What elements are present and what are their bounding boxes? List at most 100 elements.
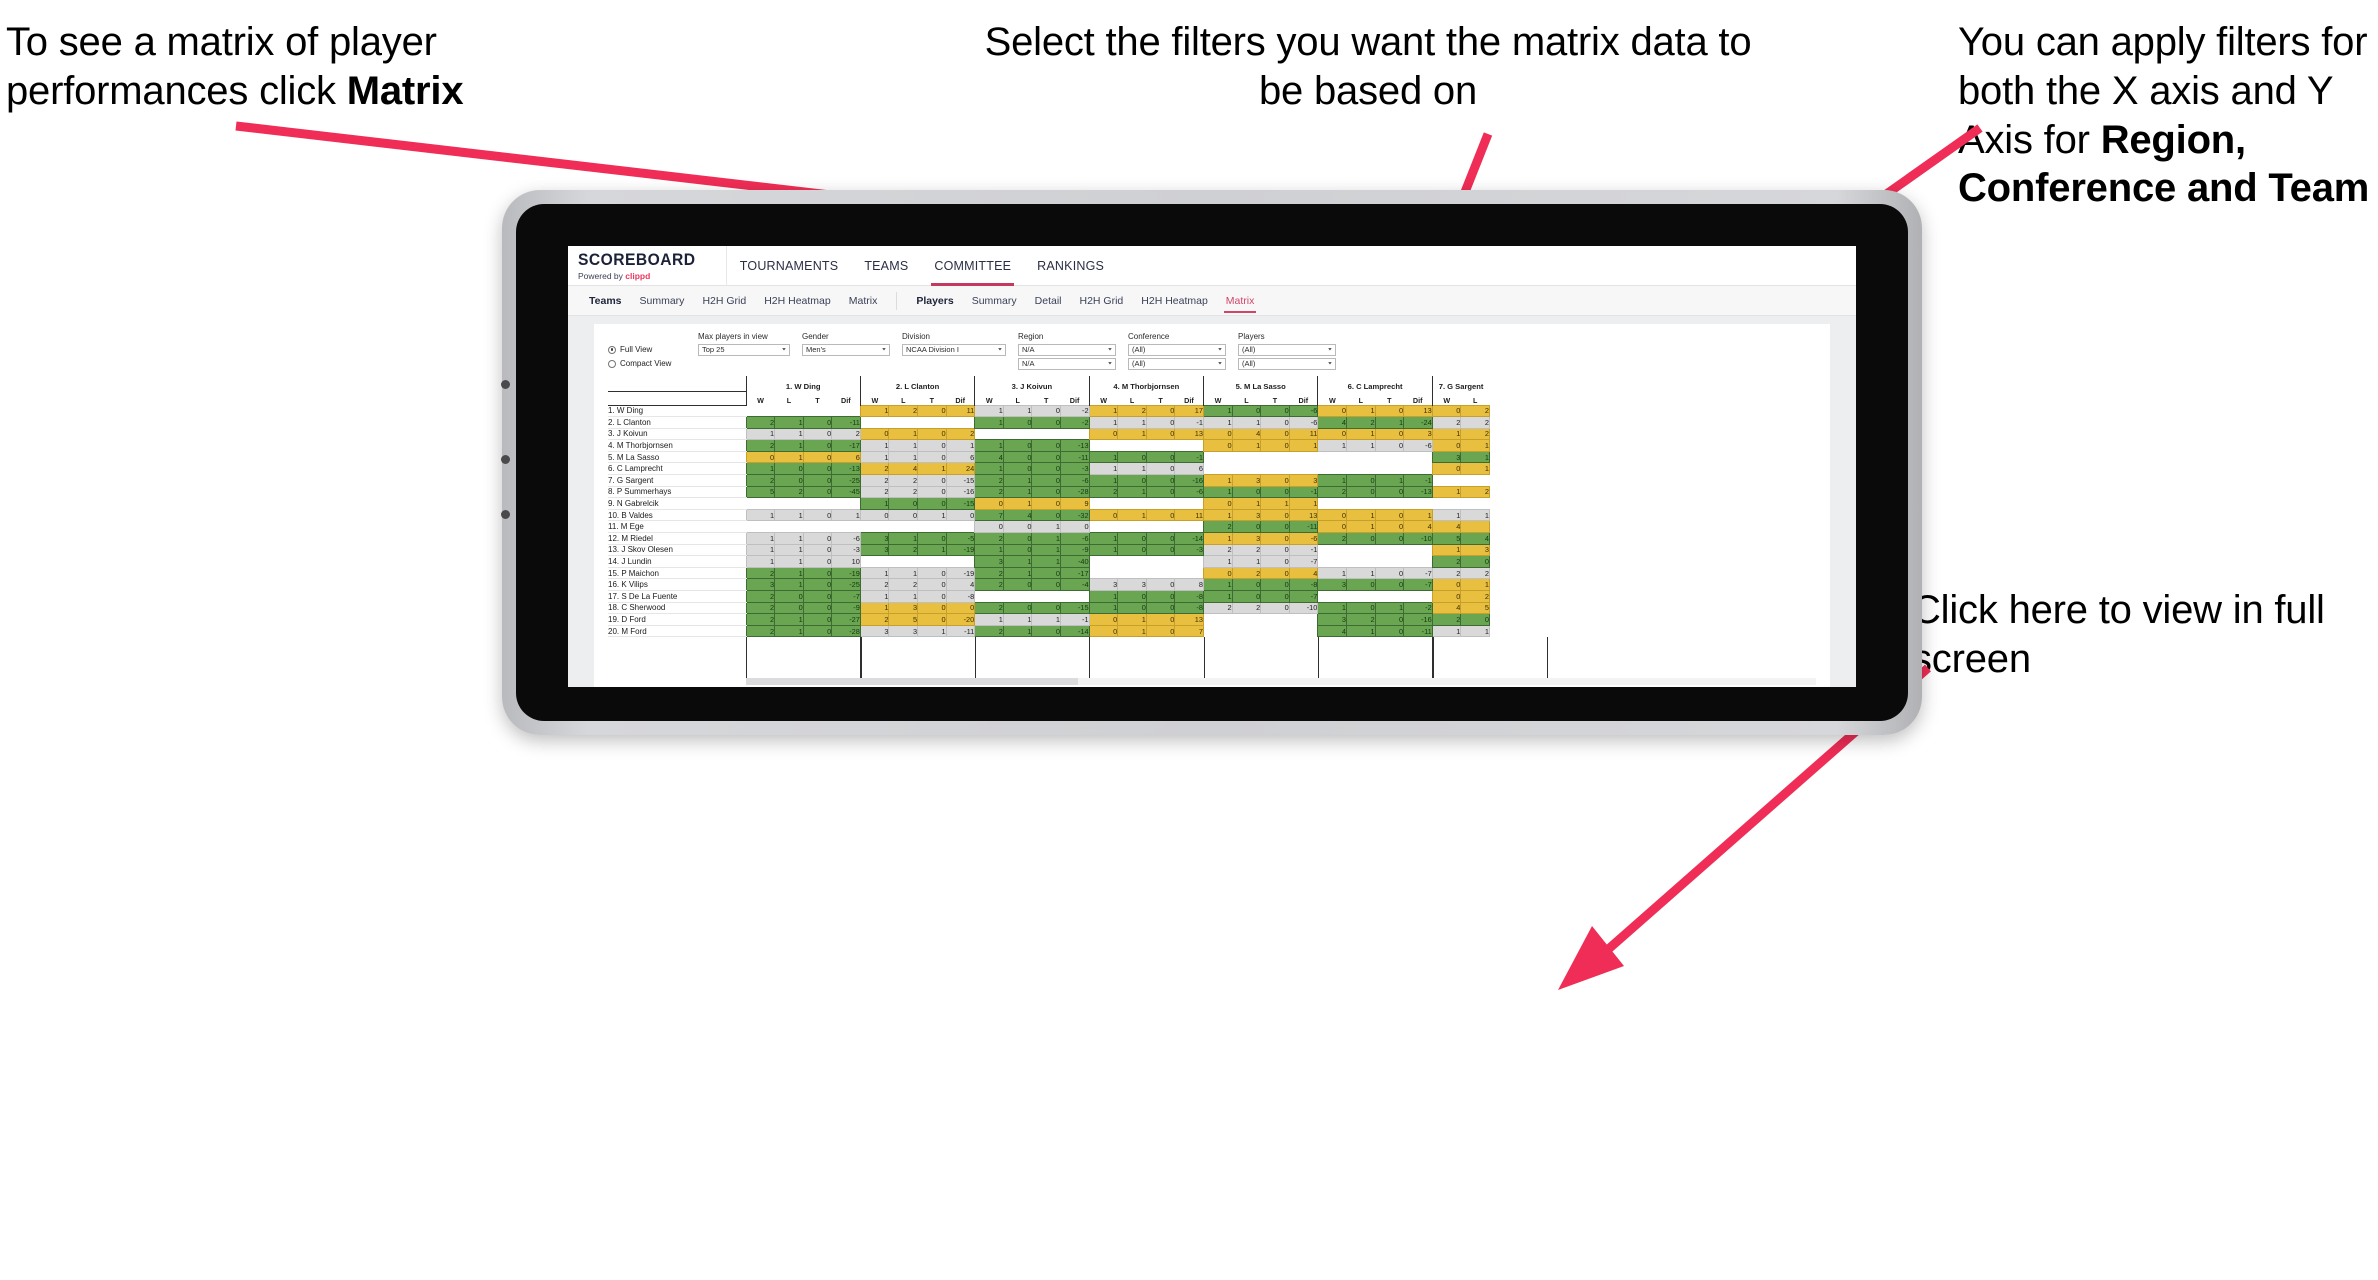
- matrix-cell[interactable]: 2: [1203, 520, 1233, 534]
- matrix-cell[interactable]: -8: [1174, 601, 1204, 615]
- matrix-cell[interactable]: 1: [1431, 508, 1462, 522]
- matrix-cell[interactable]: [1403, 462, 1433, 475]
- matrix-cell[interactable]: 0: [802, 439, 833, 452]
- matrix-cell[interactable]: 0: [917, 578, 947, 591]
- matrix-cell[interactable]: 13: [1403, 404, 1433, 418]
- matrix-cell[interactable]: -6: [1060, 532, 1090, 545]
- matrix-cell[interactable]: 3: [859, 624, 890, 638]
- matrix-cell[interactable]: 0: [1374, 566, 1405, 580]
- matrix-cell[interactable]: 0: [1002, 462, 1033, 476]
- matrix-cell[interactable]: 0: [1117, 532, 1147, 545]
- matrix-cell[interactable]: 0: [1317, 427, 1347, 441]
- horizontal-scrollbar[interactable]: [746, 678, 1816, 686]
- matrix-cell[interactable]: 13: [1174, 613, 1204, 626]
- matrix-cell[interactable]: 0: [1203, 427, 1233, 441]
- matrix-cell[interactable]: 1: [1031, 520, 1062, 534]
- matrix-cell[interactable]: -4: [1060, 578, 1090, 591]
- matrix-cell[interactable]: 1: [1260, 497, 1290, 510]
- matrix-cell[interactable]: [1403, 590, 1433, 603]
- matrix-cell[interactable]: 3: [1288, 474, 1319, 487]
- matrix-cell[interactable]: 1: [888, 566, 919, 580]
- matrix-cell[interactable]: 0: [1117, 474, 1147, 487]
- matrix-cell[interactable]: 0: [1374, 532, 1405, 545]
- matrix-cell[interactable]: [860, 555, 889, 568]
- matrix-cell[interactable]: [803, 520, 832, 533]
- matrix-cell[interactable]: [1174, 520, 1204, 533]
- matrix-cell[interactable]: 2: [745, 601, 776, 615]
- matrix-cell[interactable]: 4: [1288, 566, 1319, 580]
- matrix-cell[interactable]: 0: [802, 427, 833, 441]
- matrix-cell[interactable]: 5: [1460, 601, 1490, 615]
- matrix-cell[interactable]: -8: [1288, 578, 1319, 591]
- matrix-cell[interactable]: 1: [1345, 624, 1376, 638]
- matrix-cell[interactable]: 1: [1231, 555, 1262, 568]
- matrix-cell[interactable]: 0: [802, 555, 833, 568]
- matrix-cell[interactable]: -6: [1288, 404, 1319, 418]
- matrix-cell[interactable]: 2: [974, 474, 1004, 487]
- matrix-cell[interactable]: [946, 416, 975, 429]
- matrix-cell[interactable]: 4: [1431, 520, 1462, 534]
- matrix-cell[interactable]: 0: [917, 450, 947, 464]
- matrix-cell[interactable]: 1: [774, 427, 804, 441]
- matrix-cell[interactable]: [1317, 590, 1347, 603]
- matrix-cell[interactable]: 1: [1460, 462, 1490, 476]
- matrix-cell[interactable]: 1: [1345, 520, 1376, 534]
- matrix-cell[interactable]: 2: [1231, 601, 1262, 615]
- matrix-cell[interactable]: -16: [1174, 474, 1204, 487]
- matrix-cell[interactable]: 0: [802, 543, 833, 557]
- matrix-cell[interactable]: 3: [1431, 450, 1462, 464]
- matrix-cell[interactable]: 0: [1374, 485, 1405, 499]
- matrix-cell[interactable]: 1: [1203, 485, 1233, 499]
- matrix-cell[interactable]: 1: [1460, 578, 1490, 591]
- matrix-cell[interactable]: 0: [1203, 497, 1233, 510]
- matrix-cell[interactable]: 1: [1317, 566, 1347, 580]
- matrix-cell[interactable]: -8: [1174, 590, 1204, 603]
- matrix-cell[interactable]: 0: [802, 624, 833, 638]
- matrix-cell[interactable]: 2: [859, 578, 890, 591]
- matrix-cell[interactable]: 0: [1145, 474, 1176, 487]
- matrix-cell[interactable]: 0: [859, 508, 890, 522]
- matrix-cell[interactable]: 0: [1031, 450, 1062, 464]
- matrix-cell[interactable]: 1: [1088, 404, 1119, 418]
- matrix-cell[interactable]: 2: [974, 485, 1004, 499]
- matrix-cell[interactable]: 0: [1231, 520, 1262, 534]
- filter-select-gender[interactable]: Men's ▼: [802, 344, 890, 356]
- matrix-cell[interactable]: -13: [1060, 439, 1090, 452]
- matrix-cell[interactable]: 0: [1431, 578, 1462, 591]
- matrix-cell[interactable]: 2: [1231, 566, 1262, 580]
- matrix-cell[interactable]: 2: [1231, 543, 1262, 557]
- matrix-cell[interactable]: 1: [1117, 427, 1147, 441]
- matrix-cell[interactable]: 1: [1088, 590, 1119, 603]
- matrix-cell[interactable]: [888, 520, 918, 533]
- matrix-cell[interactable]: -10: [1403, 532, 1433, 545]
- matrix-cell[interactable]: 0: [1260, 578, 1290, 591]
- matrix-cell[interactable]: 0: [1031, 624, 1062, 638]
- matrix-cell[interactable]: 0: [1088, 613, 1119, 626]
- matrix-cell[interactable]: -3: [1060, 462, 1090, 476]
- matrix-cell[interactable]: 0: [1031, 485, 1062, 499]
- matrix-cell[interactable]: [1260, 625, 1290, 637]
- matrix-cell[interactable]: 1: [1460, 439, 1490, 452]
- matrix-cell[interactable]: 0: [1260, 601, 1290, 615]
- matrix-cell[interactable]: 1: [1117, 624, 1147, 638]
- matrix-cell[interactable]: 1: [1288, 497, 1319, 510]
- matrix-cell[interactable]: 11: [1288, 427, 1319, 441]
- filter-select-region-x[interactable]: N/A ▼: [1018, 344, 1116, 356]
- matrix-cell[interactable]: -3: [831, 543, 861, 557]
- matrix-cell[interactable]: 3: [1231, 508, 1262, 522]
- matrix-cell[interactable]: [917, 520, 947, 533]
- matrix-cell[interactable]: 2: [888, 404, 919, 418]
- matrix-cell[interactable]: 0: [1002, 450, 1033, 464]
- matrix-cell[interactable]: 1: [917, 624, 947, 638]
- matrix-cell[interactable]: 2: [1431, 613, 1462, 626]
- matrix-cell[interactable]: [1146, 555, 1175, 568]
- matrix-cell[interactable]: [1232, 462, 1261, 475]
- matrix-cell[interactable]: [1403, 555, 1433, 568]
- matrix-cell[interactable]: [1089, 567, 1118, 579]
- matrix-cell[interactable]: 1: [745, 508, 776, 522]
- matrix-cell[interactable]: 0: [1031, 578, 1062, 591]
- matrix-cell[interactable]: [1403, 544, 1433, 556]
- matrix-cell[interactable]: -1: [1288, 485, 1319, 499]
- matrix-cell[interactable]: 2: [859, 485, 890, 499]
- matrix-cell[interactable]: 1: [1288, 439, 1319, 452]
